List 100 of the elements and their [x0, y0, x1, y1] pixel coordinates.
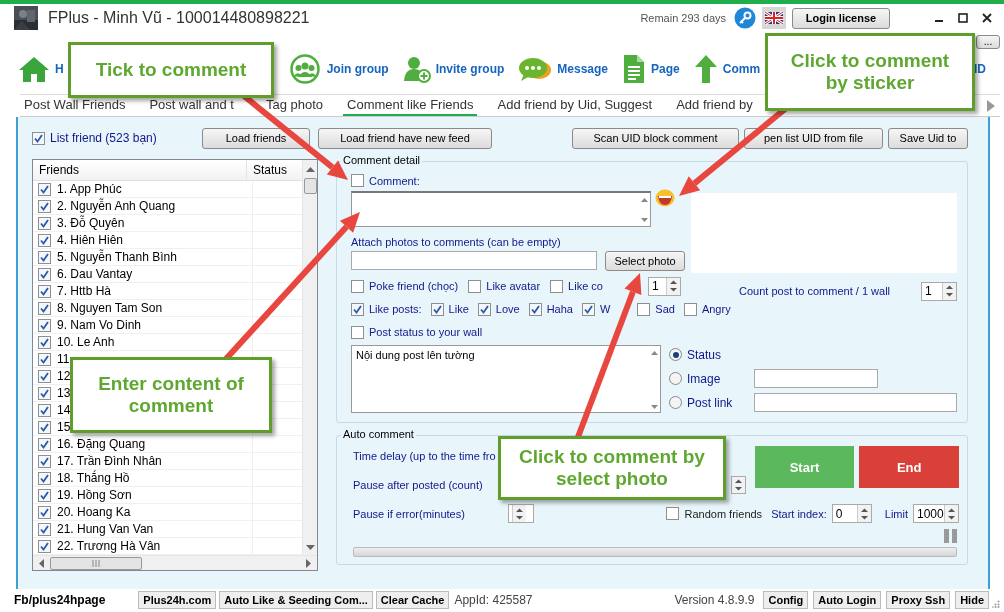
- friend-name[interactable]: 13: [57, 386, 71, 400]
- number-field[interactable]: [730, 476, 746, 494]
- login-button[interactable]: Login license: [792, 7, 890, 29]
- load-friends-button[interactable]: Load friends: [202, 127, 310, 149]
- checkbox[interactable]: [351, 174, 364, 187]
- toolbar-button[interactable]: ID: [974, 62, 986, 76]
- status-field[interactable]: Nội dung post lên tường: [351, 345, 661, 413]
- toolbar-button[interactable]: H: [55, 62, 64, 76]
- column-header[interactable]: Status: [247, 160, 288, 180]
- number-field[interactable]: 1: [648, 276, 681, 296]
- checkbox[interactable]: [351, 302, 364, 316]
- tab[interactable]: Post wall and t: [145, 97, 238, 116]
- checkbox[interactable]: [38, 386, 51, 400]
- checkbox[interactable]: [38, 216, 51, 230]
- friend-name[interactable]: 2. Nguyễn Anh Quang: [57, 199, 176, 213]
- friend-name[interactable]: 6. Dau Vantay: [57, 267, 133, 281]
- checkbox[interactable]: [430, 302, 444, 316]
- checkbox[interactable]: [38, 233, 51, 247]
- status-button[interactable]: Hide: [955, 591, 989, 609]
- checkbox[interactable]: [683, 302, 697, 316]
- friend-name[interactable]: 5. Nguyễn Thanh Bình: [57, 250, 177, 264]
- checkbox[interactable]: [38, 471, 51, 485]
- load-new-feed-button[interactable]: Load friend have new feed: [318, 127, 492, 149]
- checkbox[interactable]: [38, 182, 51, 196]
- tab[interactable]: Add friend by: [672, 97, 757, 116]
- checkbox[interactable]: [38, 488, 51, 502]
- friend-name[interactable]: 22. Trương Hà Vân: [57, 539, 161, 553]
- action-button[interactable]: Scan UID block comment: [572, 127, 739, 149]
- status-button[interactable]: Config: [763, 591, 809, 609]
- number-field[interactable]: 0: [831, 504, 872, 523]
- scroll-thumb[interactable]: [303, 178, 317, 194]
- friend-name[interactable]: 17. Trần Đình Nhân: [57, 454, 162, 468]
- status-button[interactable]: Clear Cache: [375, 591, 450, 609]
- friend-name[interactable]: 16. Đặng Quang: [57, 437, 146, 451]
- friend-name[interactable]: 1. App Phúc: [57, 182, 122, 196]
- number-field[interactable]: 1000: [913, 504, 959, 523]
- comment-field[interactable]: [351, 191, 651, 227]
- number-field[interactable]: [507, 504, 534, 523]
- friend-name[interactable]: 7. Httb Hà: [57, 284, 112, 298]
- checkbox[interactable]: [666, 507, 680, 520]
- friend-name[interactable]: 20. Hoang Ka: [57, 505, 131, 519]
- tab[interactable]: Post Wall Friends: [20, 97, 130, 116]
- vertical-scrollbar[interactable]: [302, 160, 317, 555]
- radio-button[interactable]: [669, 396, 682, 409]
- checkbox[interactable]: [581, 302, 595, 316]
- checkbox[interactable]: [38, 267, 51, 281]
- toolbar-button[interactable]: Join group: [326, 62, 389, 76]
- tab[interactable]: Tag photo: [261, 97, 328, 116]
- friend-name[interactable]: 3. Đỗ Quyên: [57, 216, 125, 230]
- number-field[interactable]: 1: [921, 281, 957, 301]
- status-button[interactable]: Plus24h.com: [138, 591, 217, 609]
- checkbox[interactable]: [38, 420, 51, 434]
- toolbar-button[interactable]: Comm: [722, 62, 761, 76]
- friend-name[interactable]: 14: [57, 403, 71, 417]
- checkbox[interactable]: [637, 302, 651, 316]
- checkbox[interactable]: [38, 522, 51, 536]
- checkbox[interactable]: [38, 250, 51, 264]
- checkbox[interactable]: [468, 279, 482, 293]
- friend-name[interactable]: 9. Nam Vo Dinh: [57, 318, 142, 332]
- column-header[interactable]: Friends: [33, 160, 247, 180]
- status-button[interactable]: Auto Like & Seeding Com...: [219, 591, 373, 609]
- select-photo-button[interactable]: Select photo: [605, 251, 685, 271]
- photo-path-field[interactable]: [351, 251, 597, 270]
- end-button[interactable]: End: [859, 446, 959, 488]
- checkbox[interactable]: [38, 369, 51, 383]
- status-button[interactable]: Proxy Ssh: [886, 591, 951, 609]
- scroll-thumb[interactable]: [50, 556, 142, 570]
- radio-button[interactable]: [669, 348, 682, 361]
- friend-name[interactable]: 18. Thắng Hồ: [57, 471, 130, 485]
- checkbox[interactable]: [477, 302, 491, 316]
- checkbox[interactable]: [38, 335, 51, 349]
- checkbox[interactable]: [38, 352, 51, 366]
- more-button[interactable]: ...: [976, 35, 1000, 49]
- friend-name[interactable]: 11: [57, 352, 70, 366]
- friend-name[interactable]: 21. Hung Van Van: [57, 522, 154, 536]
- tab[interactable]: Add friend by Uid, Suggest: [493, 97, 657, 116]
- action-button[interactable]: pen list UID from file: [744, 127, 883, 149]
- toolbar-button[interactable]: Page: [651, 62, 680, 76]
- action-button[interactable]: Save Uid to: [888, 127, 968, 149]
- status-button[interactable]: Auto Login: [813, 591, 882, 609]
- friend-name[interactable]: 4. Hiên Hiên: [57, 233, 124, 247]
- image-field[interactable]: [754, 369, 878, 388]
- checkbox[interactable]: [38, 284, 51, 298]
- checkbox[interactable]: [38, 318, 51, 332]
- link-field[interactable]: [754, 393, 957, 412]
- friend-name[interactable]: 10. Le Anh: [57, 335, 115, 349]
- checkbox[interactable]: [351, 325, 364, 339]
- friend-name[interactable]: 19. Hồng Sơn: [57, 488, 132, 502]
- horizontal-scrollbar[interactable]: [33, 555, 317, 570]
- checkbox[interactable]: [38, 199, 51, 213]
- checkbox[interactable]: [38, 454, 51, 468]
- checkbox[interactable]: [38, 539, 51, 553]
- checkbox[interactable]: [38, 505, 51, 519]
- radio-button[interactable]: [669, 372, 682, 385]
- checkbox[interactable]: [528, 302, 542, 316]
- checkbox[interactable]: [550, 279, 564, 293]
- checkbox[interactable]: [38, 301, 51, 315]
- friend-name[interactable]: 12: [57, 369, 71, 383]
- checkbox[interactable]: [38, 403, 51, 417]
- checkbox[interactable]: [38, 437, 51, 451]
